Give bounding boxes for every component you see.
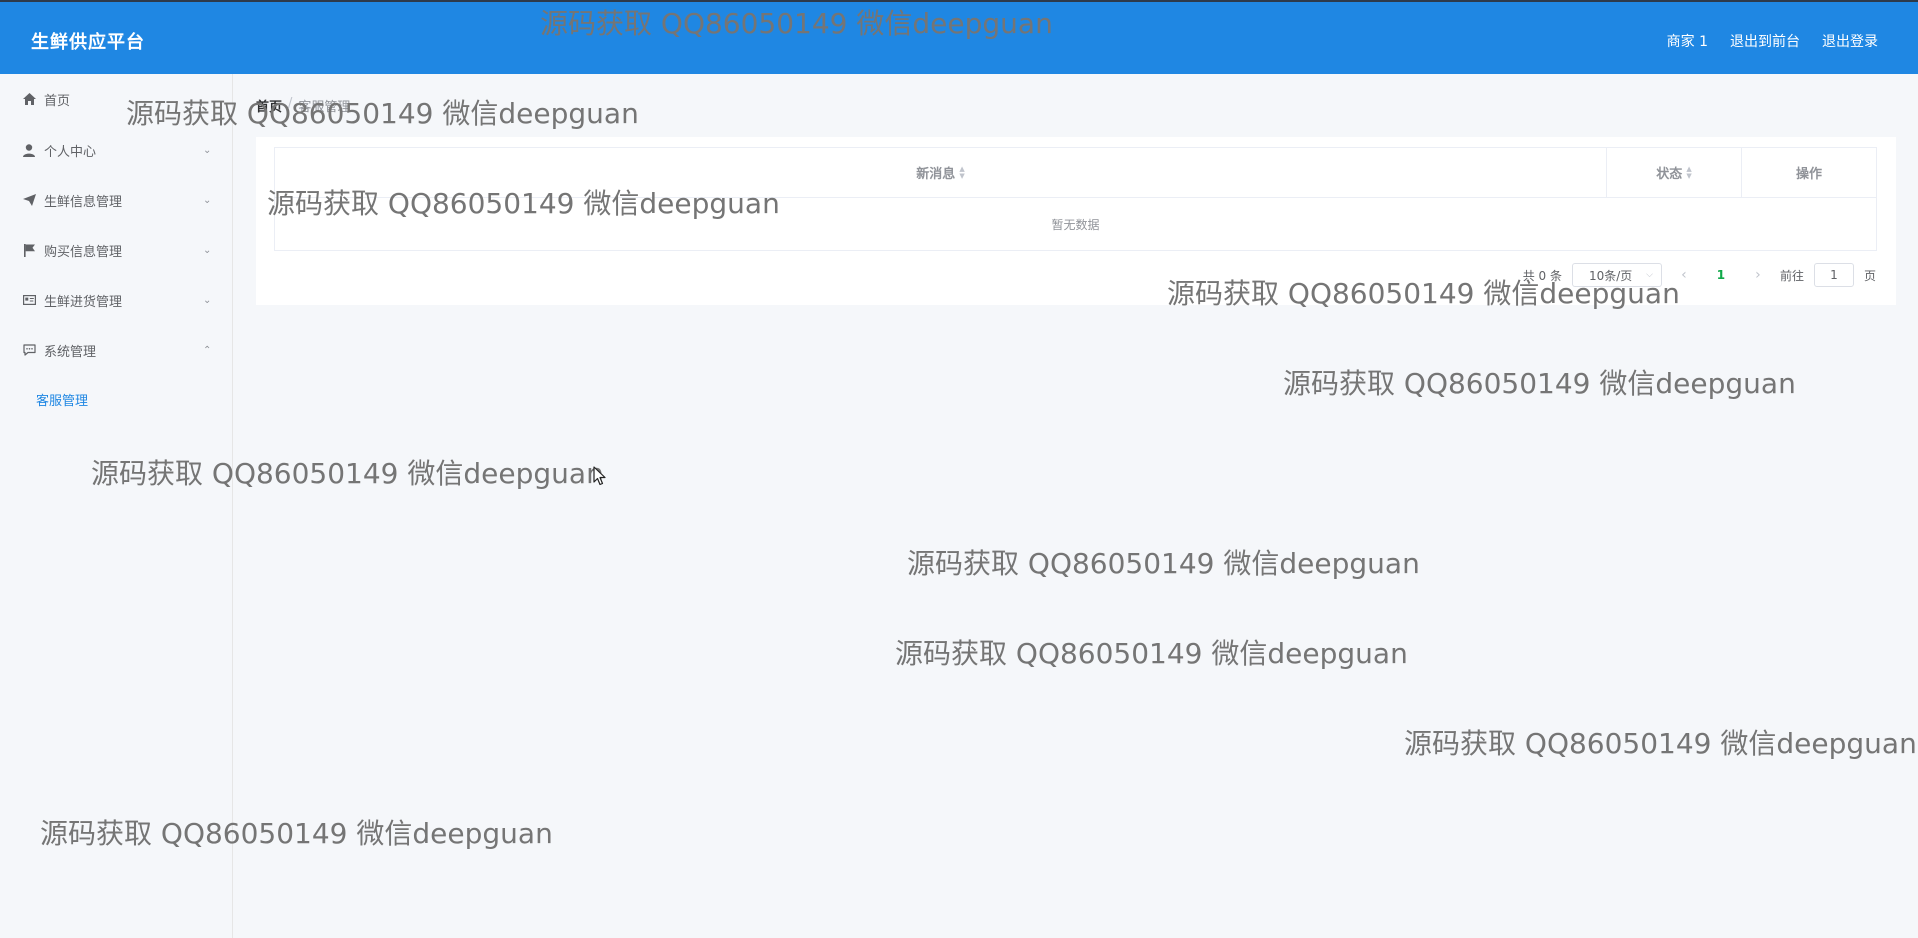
sidebar-item-label: 个人中心 <box>44 144 97 160</box>
chevron-down-icon: ⌄ <box>203 144 212 156</box>
chat-icon <box>22 343 36 357</box>
breadcrumb-current: 客服管理 <box>298 100 351 115</box>
page-size-value: 10条/页 <box>1588 268 1633 283</box>
brand-title: 生鲜供应平台 <box>31 32 145 53</box>
watermark-text: 源码获取 QQ86050149 微信deepguan <box>1404 727 1917 760</box>
watermark-text: 源码获取 QQ86050149 微信deepguan <box>895 637 1408 670</box>
sidebar-item-label: 生鲜进货管理 <box>44 294 123 310</box>
pagination: 共 0 条 10条/页 ⌵ ‹ 1 › 前往 页 <box>1523 263 1876 287</box>
column-header-new-message[interactable]: 新消息 ▲ ▼ <box>275 148 1607 197</box>
sidebar-item-home[interactable]: 首页 <box>0 74 232 124</box>
chevron-down-icon: ⌄ <box>203 294 212 306</box>
sidebar-item-label: 生鲜信息管理 <box>44 194 123 210</box>
page-size-select[interactable]: 10条/页 ⌵ <box>1571 263 1662 287</box>
sidebar: 首页 个人中心 ⌄ 生鲜信息管理 ⌄ 购买信息管理 ⌄ 生鲜进货管理 ⌄ 系统管… <box>0 74 233 938</box>
table-empty-text: 暂无数据 <box>1051 217 1100 232</box>
sidebar-item-label: 首页 <box>44 93 71 109</box>
back-to-front-link[interactable]: 退出到前台 <box>1730 31 1800 51</box>
current-user: 商家 1 <box>1666 34 1708 50</box>
prev-page-button[interactable]: ‹ <box>1672 267 1696 283</box>
column-header-status[interactable]: 状态 ▲ ▼ <box>1607 148 1742 197</box>
page-suffix: 页 <box>1863 268 1876 283</box>
header-actions: 商家 1 退出到前台 退出登录 <box>1667 31 1878 51</box>
message-table: 新消息 ▲ ▼ 状态 ▲ ▼ 操作 暂无数据 <box>274 147 1877 251</box>
user-icon <box>22 143 36 157</box>
paper-plane-icon <box>22 193 36 207</box>
content-card: 新消息 ▲ ▼ 状态 ▲ ▼ 操作 暂无数据 共 0 条 10条/页 ⌵ ‹ 1 ›… <box>256 137 1896 305</box>
watermark-text: 源码获取 QQ86050149 微信deepguan <box>907 547 1420 580</box>
column-header-label: 新消息 <box>916 167 956 182</box>
column-header-actions: 操作 <box>1742 148 1876 197</box>
sidebar-subitem-customer-service[interactable]: 客服管理 <box>0 374 232 424</box>
home-icon <box>22 92 36 106</box>
sort-icon[interactable]: ▲ ▼ <box>1686 165 1691 180</box>
breadcrumb-home[interactable]: 首页 <box>256 96 282 115</box>
sidebar-item-label: 系统管理 <box>44 344 97 360</box>
sidebar-subitem-label: 客服管理 <box>36 393 89 409</box>
sort-icon[interactable]: ▲ ▼ <box>959 165 964 180</box>
chevron-up-icon: ⌃ <box>203 344 212 356</box>
mouse-cursor-icon <box>593 466 607 490</box>
page-number-current[interactable]: 1 <box>1706 268 1736 282</box>
chevron-down-icon: ⌄ <box>203 194 212 206</box>
chevron-down-icon: ⌵ <box>1646 270 1653 280</box>
watermark-text: 源码获取 QQ86050149 微信deepguan <box>1283 367 1796 400</box>
next-page-button[interactable]: › <box>1746 267 1770 283</box>
goto-label: 前往 <box>1779 268 1804 283</box>
column-header-label: 状态 <box>1656 167 1683 182</box>
sidebar-item-stock[interactable]: 生鲜进货管理 ⌄ <box>0 275 232 325</box>
sidebar-item-fresh-info[interactable]: 生鲜信息管理 ⌄ <box>0 175 232 225</box>
id-card-icon <box>22 293 36 307</box>
breadcrumb-separator: / <box>288 96 293 111</box>
goto-page-input[interactable] <box>1813 263 1854 287</box>
sidebar-item-profile[interactable]: 个人中心 ⌄ <box>0 125 232 175</box>
column-header-label: 操作 <box>1795 167 1822 182</box>
sidebar-item-system[interactable]: 系统管理 ⌃ <box>0 325 232 375</box>
logout-link[interactable]: 退出登录 <box>1822 31 1878 51</box>
table-header: 新消息 ▲ ▼ 状态 ▲ ▼ 操作 <box>275 148 1876 198</box>
chevron-down-icon: ⌄ <box>203 244 212 256</box>
sidebar-item-label: 购买信息管理 <box>44 244 123 260</box>
breadcrumb: 首页 / 客服管理 <box>256 96 350 115</box>
flag-icon <box>22 243 36 257</box>
sidebar-item-purchase-info[interactable]: 购买信息管理 ⌄ <box>0 225 232 275</box>
top-header: 生鲜供应平台 商家 1 退出到前台 退出登录 <box>0 0 1918 74</box>
pagination-total: 共 0 条 <box>1522 268 1562 283</box>
